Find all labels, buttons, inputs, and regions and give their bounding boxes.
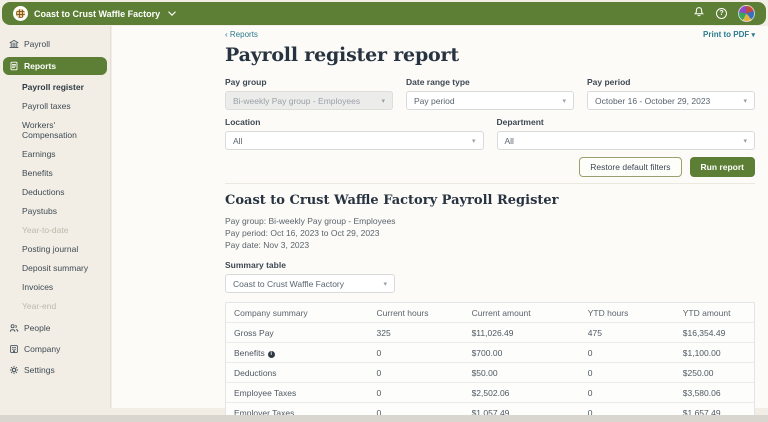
- sidebar-item-reports[interactable]: Reports: [3, 57, 107, 75]
- notifications-bell-icon[interactable]: [693, 5, 705, 23]
- header-row: ‹ Reports Print to PDF ▾: [225, 28, 755, 40]
- col-ytd-hours: YTD hours: [580, 303, 675, 323]
- sidebar-subitem-payroll-taxes[interactable]: Payroll taxes: [0, 101, 110, 111]
- sidebar-subitem-invoices[interactable]: Invoices: [0, 282, 110, 292]
- company-logo-icon: [13, 6, 28, 21]
- sidebar-item-payroll[interactable]: Payroll: [0, 36, 110, 52]
- table-row-gross-pay: Gross Pay 325 $11,026.49 475 $16,354.49: [226, 323, 754, 343]
- sidebar-subitem-benefits[interactable]: Benefits: [0, 168, 110, 178]
- company-switcher[interactable]: Coast to Crust Waffle Factory: [13, 6, 176, 21]
- date-range-type-label: Date range type: [406, 77, 574, 87]
- caret-down-icon: ▾: [472, 137, 476, 145]
- sidebar-subitem-posting-journal[interactable]: Posting journal: [0, 244, 110, 254]
- register-pay-date: Pay date: Nov 3, 2023: [225, 239, 755, 251]
- section-divider: [225, 183, 755, 184]
- filters-row-1: Pay group Bi-weekly Pay group - Employee…: [225, 77, 755, 110]
- table-row-employee-taxes: Employee Taxes 0 $2,502.06 0 $3,580.06: [226, 383, 754, 403]
- filter-actions: Restore default filters Run report: [225, 157, 755, 177]
- caret-down-icon: ▾: [743, 137, 747, 145]
- col-current-hours: Current hours: [369, 303, 464, 323]
- main-content: ‹ Reports Print to PDF ▾ Payroll registe…: [112, 26, 768, 408]
- date-range-type-select[interactable]: Pay period ▾: [406, 91, 574, 110]
- caret-down-icon: ▾: [381, 97, 385, 105]
- restore-default-filters-button[interactable]: Restore default filters: [579, 157, 681, 177]
- chevron-left-icon: ‹: [225, 30, 228, 39]
- register-title: Coast to Crust Waffle Factory Payroll Re…: [225, 193, 755, 208]
- print-to-pdf-button[interactable]: Print to PDF ▾: [703, 30, 755, 39]
- col-ytd-amount: YTD amount: [675, 303, 754, 323]
- pay-period-label: Pay period: [587, 77, 755, 87]
- col-company-summary: Company summary: [226, 303, 369, 323]
- bank-icon: [9, 39, 19, 49]
- pay-group-label: Pay group: [225, 77, 393, 87]
- sidebar-subitem-workers-compensation[interactable]: Workers' Compensation: [0, 120, 110, 140]
- sidebar-subitem-year-to-date: Year-to-date: [0, 225, 110, 235]
- table-row-benefits: Benefitsi 0 $700.00 0 $1,100.00: [226, 343, 754, 363]
- page-title: Payroll register report: [225, 44, 755, 66]
- topbar: Coast to Crust Waffle Factory ?: [2, 2, 766, 25]
- report-icon: [9, 61, 19, 71]
- sidebar-subitem-earnings[interactable]: Earnings: [0, 149, 110, 159]
- caret-down-icon: ▾: [751, 32, 755, 39]
- people-icon: [9, 323, 19, 333]
- run-report-button[interactable]: Run report: [690, 157, 755, 177]
- department-label: Department: [497, 117, 756, 127]
- filters-row-2: Location All ▾ Department All ▾: [225, 117, 755, 150]
- gear-icon: [9, 365, 19, 375]
- summary-table-select[interactable]: Coast to Crust Waffle Factory ▾: [225, 274, 395, 293]
- register-pay-period: Pay period: Oct 16, 2023 to Oct 29, 2023: [225, 227, 755, 239]
- sidebar-subitem-paystubs[interactable]: Paystubs: [0, 206, 110, 216]
- department-select[interactable]: All ▾: [497, 131, 756, 150]
- summary-table: Company summary Current hours Current am…: [225, 302, 755, 415]
- register-pay-group: Pay group: Bi-weekly Pay group - Employe…: [225, 215, 755, 227]
- user-avatar[interactable]: [738, 5, 755, 22]
- help-icon[interactable]: ?: [716, 8, 727, 19]
- breadcrumb-back-link[interactable]: ‹ Reports: [225, 30, 258, 39]
- sidebar: Payroll Reports Payroll register Payroll…: [0, 26, 111, 408]
- sidebar-item-label: Settings: [24, 365, 55, 375]
- summary-table-label: Summary table: [225, 260, 755, 270]
- chevron-down-icon: [168, 11, 176, 17]
- app-root: Coast to Crust Waffle Factory ? Payroll …: [0, 0, 768, 415]
- sidebar-subitem-deductions[interactable]: Deductions: [0, 187, 110, 197]
- pay-period-select[interactable]: October 16 - October 29, 2023 ▾: [587, 91, 755, 110]
- building-icon: [9, 344, 19, 354]
- sidebar-item-label: Company: [24, 344, 60, 354]
- caret-down-icon: ▾: [562, 97, 566, 105]
- sidebar-item-people[interactable]: People: [0, 320, 110, 336]
- pay-group-select: Bi-weekly Pay group - Employees ▾: [225, 91, 393, 110]
- sidebar-item-label: Payroll: [24, 39, 50, 49]
- sidebar-subitem-payroll-register[interactable]: Payroll register: [0, 82, 110, 92]
- col-current-amount: Current amount: [464, 303, 580, 323]
- table-row-deductions: Deductions 0 $50.00 0 $250.00: [226, 363, 754, 383]
- location-select[interactable]: All ▾: [225, 131, 484, 150]
- topbar-actions: ?: [693, 5, 755, 23]
- sidebar-item-label: Reports: [24, 61, 56, 71]
- sidebar-subitem-year-end: Year-end: [0, 301, 110, 311]
- caret-down-icon: ▾: [383, 280, 387, 288]
- sidebar-item-label: People: [24, 323, 50, 333]
- company-name: Coast to Crust Waffle Factory: [34, 9, 160, 19]
- location-label: Location: [225, 117, 484, 127]
- sidebar-item-company[interactable]: Company: [0, 341, 110, 357]
- caret-down-icon: ▾: [743, 97, 747, 105]
- info-icon[interactable]: i: [268, 351, 275, 358]
- table-header-row: Company summary Current hours Current am…: [226, 303, 754, 323]
- sidebar-subitem-deposit-summary[interactable]: Deposit summary: [0, 263, 110, 273]
- table-row-employer-taxes: Employer Taxes 0 $1,057.49 0 $1,657.49: [226, 403, 754, 416]
- sidebar-item-settings[interactable]: Settings: [0, 362, 110, 378]
